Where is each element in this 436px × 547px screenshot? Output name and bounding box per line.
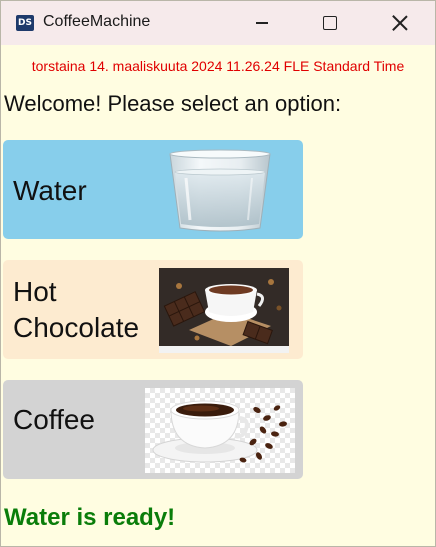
close-button[interactable] [365,1,435,45]
maximize-button[interactable] [295,1,365,45]
hot-chocolate-image [159,268,289,353]
minimize-icon [256,22,268,24]
close-icon [392,15,408,31]
app-window: DS CoffeeMachine torstaina 14. maaliskuu… [0,0,436,547]
coffee-label: Coffee [13,404,95,435]
welcome-label: Welcome! Please select an option: [4,91,342,116]
coffee-button[interactable]: Coffee [3,380,303,479]
window-title: CoffeeMachine [43,13,151,30]
status-message: Water is ready! [4,504,176,531]
datetime-label: torstaina 14. maaliskuuta 2024 11.26.24 … [31,58,405,74]
hot-chocolate-button[interactable]: Hot Chocolate [3,260,303,359]
hot-chocolate-label: Hot Chocolate [13,276,140,343]
maximize-icon [323,16,337,30]
coffee-cup-image [145,388,295,473]
app-icon: DS [16,15,34,31]
glass-of-water-image [169,149,271,232]
water-label: Water [13,175,87,206]
minimize-button[interactable] [227,1,297,45]
title-bar[interactable]: DS CoffeeMachine [1,1,435,45]
water-button[interactable]: Water [3,140,303,239]
